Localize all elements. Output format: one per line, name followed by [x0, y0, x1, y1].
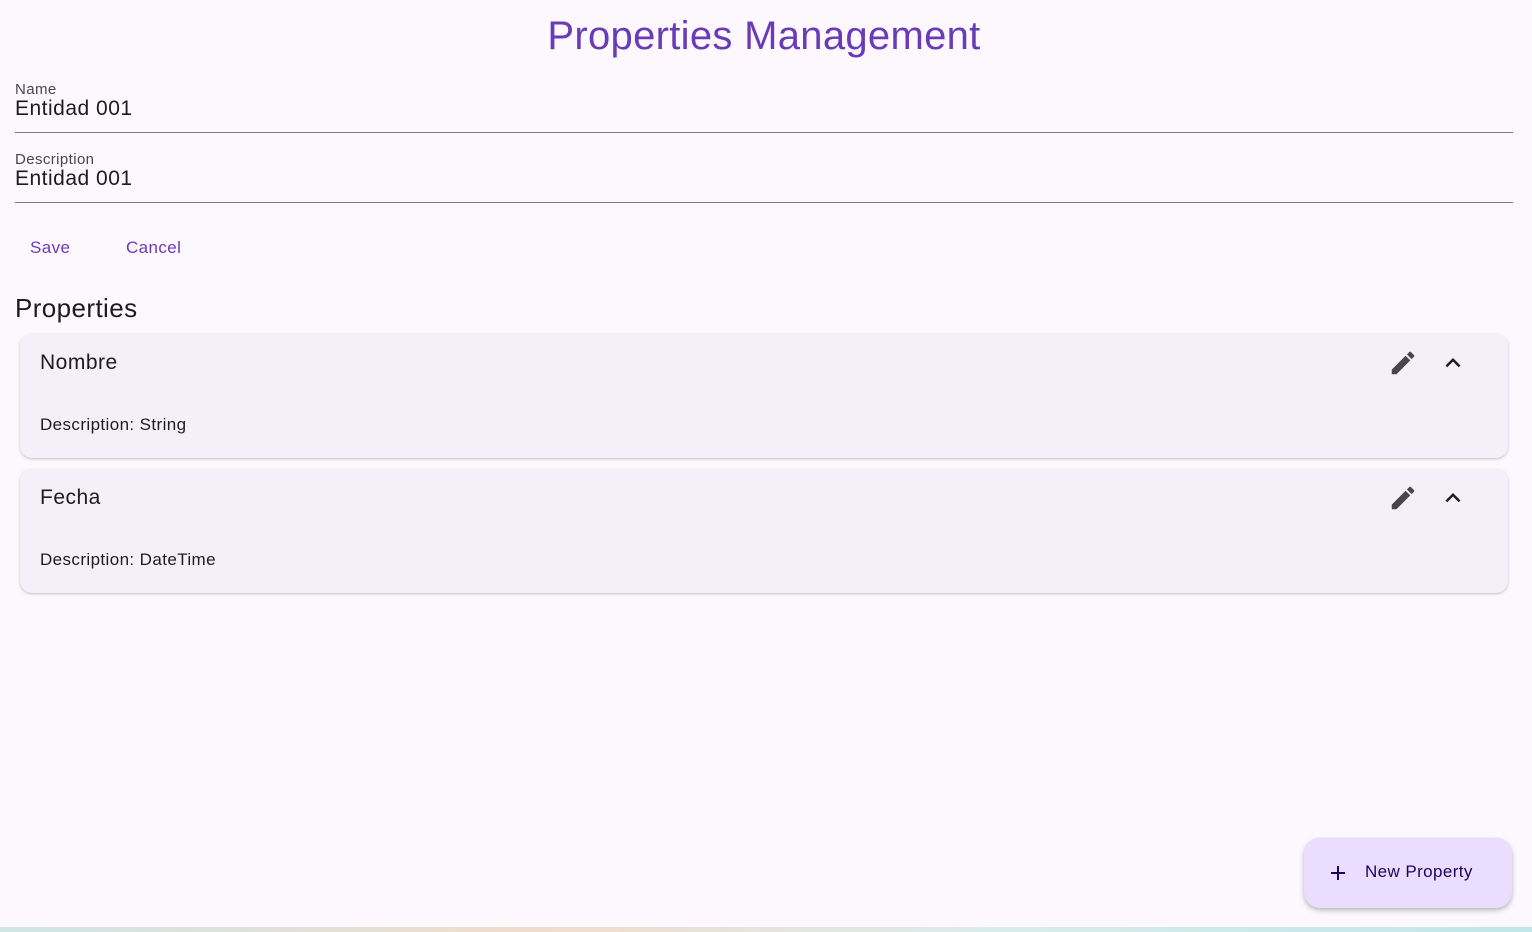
- description-field[interactable]: Description: [15, 149, 1513, 203]
- name-field[interactable]: Name: [15, 79, 1513, 133]
- description-input[interactable]: [15, 167, 1513, 191]
- name-input[interactable]: [15, 97, 1513, 121]
- cancel-button[interactable]: Cancel: [122, 233, 185, 263]
- new-property-label: New Property: [1365, 862, 1473, 881]
- property-description: Description: String: [40, 415, 187, 434]
- property-card: Fecha Description: DateTime: [20, 469, 1508, 593]
- property-description: Description: DateTime: [40, 550, 216, 569]
- chevron-up-icon[interactable]: [1438, 483, 1468, 513]
- bottom-edge-strip: [0, 927, 1532, 932]
- description-field-label: Description: [15, 151, 95, 168]
- new-property-button[interactable]: New Property: [1304, 838, 1512, 908]
- pencil-icon[interactable]: [1388, 348, 1418, 378]
- property-card: Nombre Description: String: [20, 334, 1508, 458]
- name-field-label: Name: [15, 81, 57, 98]
- plus-icon: [1326, 861, 1350, 885]
- property-name: Nombre: [40, 351, 118, 374]
- save-button[interactable]: Save: [26, 233, 74, 263]
- page-title: Properties Management: [547, 14, 981, 58]
- chevron-up-icon[interactable]: [1438, 348, 1468, 378]
- properties-section-title: Properties: [15, 293, 138, 323]
- property-name: Fecha: [40, 486, 101, 509]
- pencil-icon[interactable]: [1388, 483, 1418, 513]
